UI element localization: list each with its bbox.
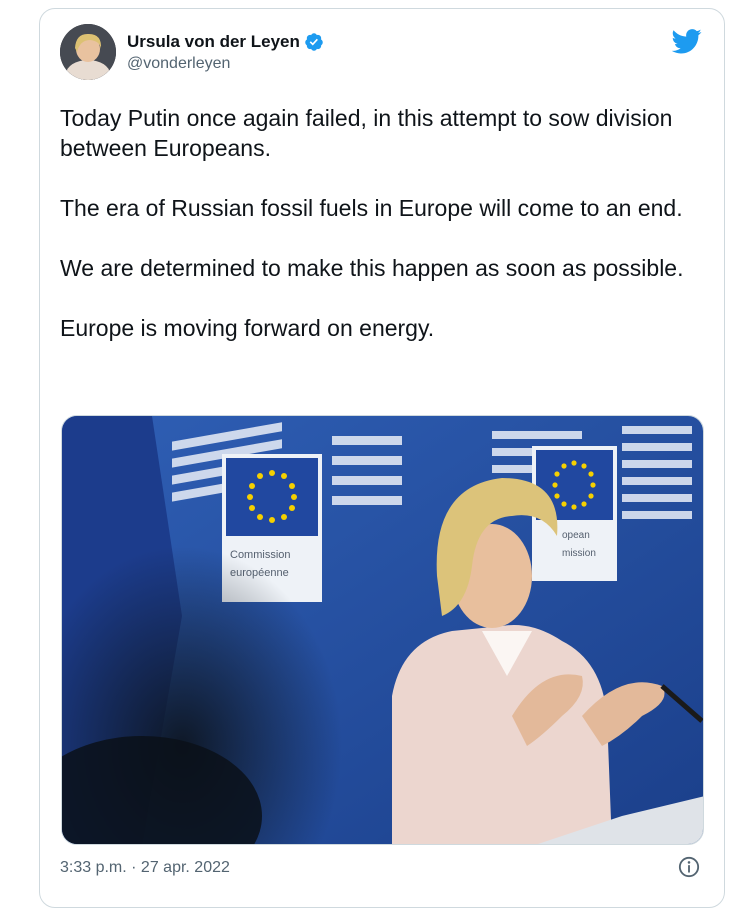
tweet-card[interactable]: Ursula von der Leyen @vonderleyen Today … bbox=[39, 8, 725, 908]
verified-badge-icon bbox=[304, 32, 324, 52]
sign-text-right-2: mission bbox=[562, 548, 596, 559]
tweet-photo[interactable]: Commission européenne bbox=[61, 415, 704, 845]
tweet-text: Today Putin once again failed, in this a… bbox=[60, 103, 700, 373]
tweet-paragraph: The era of Russian fossil fuels in Europ… bbox=[60, 195, 683, 221]
tweet-paragraph: Today Putin once again failed, in this a… bbox=[60, 105, 673, 161]
tweet-timestamp[interactable]: 3:33 p.m. · 27 apr. 2022 bbox=[60, 859, 230, 877]
twitter-bird-icon[interactable] bbox=[671, 29, 702, 54]
display-name[interactable]: Ursula von der Leyen bbox=[127, 32, 300, 52]
sign-text-right-1: opean bbox=[562, 530, 590, 541]
avatar[interactable] bbox=[60, 24, 116, 80]
info-circle-icon[interactable] bbox=[678, 856, 700, 878]
tweet-paragraph: We are determined to make this happen as… bbox=[60, 255, 684, 281]
tweet-paragraph: Europe is moving forward on energy. bbox=[60, 315, 435, 341]
handle[interactable]: @vonderleyen bbox=[127, 55, 324, 73]
